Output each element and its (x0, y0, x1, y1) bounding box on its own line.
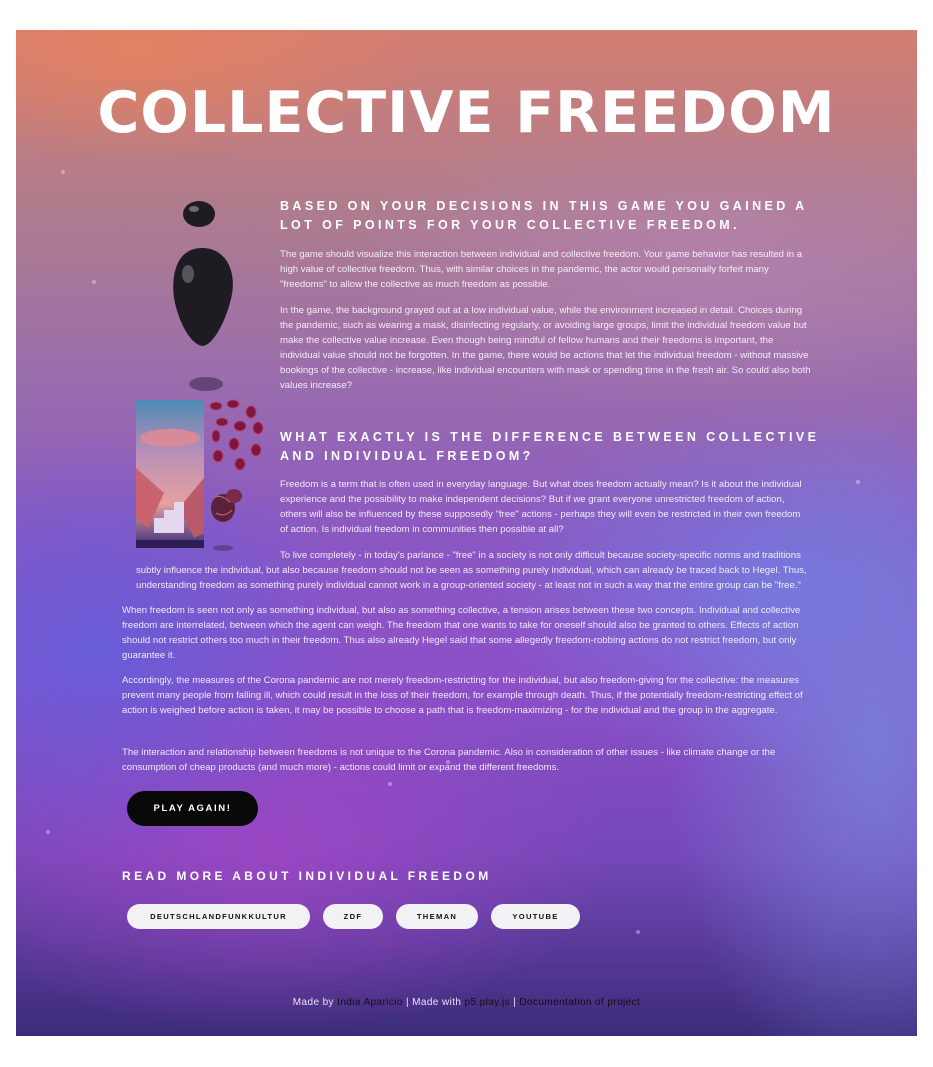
footer-docs-link[interactable]: Documentation of project (519, 997, 640, 1008)
section2-paragraph: When freedom is seen not only as somethi… (122, 605, 801, 661)
section1-heading: BASED ON YOUR DECISIONS IN THIS GAME YOU… (280, 199, 808, 232)
star-dot (61, 170, 65, 174)
read-more-heading: READ MORE ABOUT INDIVIDUAL FREEDOM (122, 869, 492, 883)
seed-cluster (209, 399, 264, 471)
section2-heading: WHAT EXACTLY IS THE DIFFERENCE BETWEEN C… (280, 430, 820, 463)
play-again-button[interactable]: PLAY AGAIN! (127, 791, 258, 826)
blob-character-illustration (173, 201, 233, 391)
footer: Made by India Aparicio | Made with p5.pl… (16, 997, 917, 1008)
link-theman[interactable]: THEMAN (396, 904, 478, 929)
star-dot (388, 782, 392, 786)
blob-body-shape (173, 248, 233, 346)
star-dot (636, 930, 640, 934)
footer-author-link[interactable]: India Aparicio (337, 997, 403, 1008)
footer-made-with-label: Made with (412, 997, 462, 1008)
star-dot (46, 830, 50, 834)
game-result-page: COLLECTIVE FREEDOM BASED ON YOUR DECISIO… (16, 30, 917, 1036)
section1-paragraph: The game should visualize this interacti… (280, 249, 803, 290)
footer-library-link[interactable]: p5.play.js (465, 997, 511, 1008)
link-zdf[interactable]: ZDF (323, 904, 383, 929)
star-dot (856, 480, 860, 484)
star-dot (92, 280, 96, 284)
pod-creature (211, 489, 242, 551)
section2-paragraph: Freedom is a term that is often used in … (280, 479, 802, 535)
blob-head-shape (183, 201, 215, 227)
footer-separator: | (405, 997, 409, 1008)
section2-paragraph: The interaction and relationship between… (122, 747, 776, 773)
footer-made-by-label: Made by (292, 997, 334, 1008)
link-deutschlandfunkkultur[interactable]: DEUTSCHLANDFUNKKULTUR (127, 904, 310, 929)
section1-paragraph: In the game, the background grayed out a… (280, 305, 811, 391)
blob-shadow-shape (189, 377, 223, 391)
scene-illustration (136, 399, 264, 551)
link-youtube[interactable]: YOUTUBE (491, 904, 580, 929)
footer-separator: | (513, 997, 517, 1008)
page-title: COLLECTIVE FREEDOM (97, 80, 836, 146)
section2-paragraph: To live completely - in today's parlance… (136, 550, 807, 591)
section2-paragraph: Accordingly, the measures of the Corona … (122, 675, 803, 716)
